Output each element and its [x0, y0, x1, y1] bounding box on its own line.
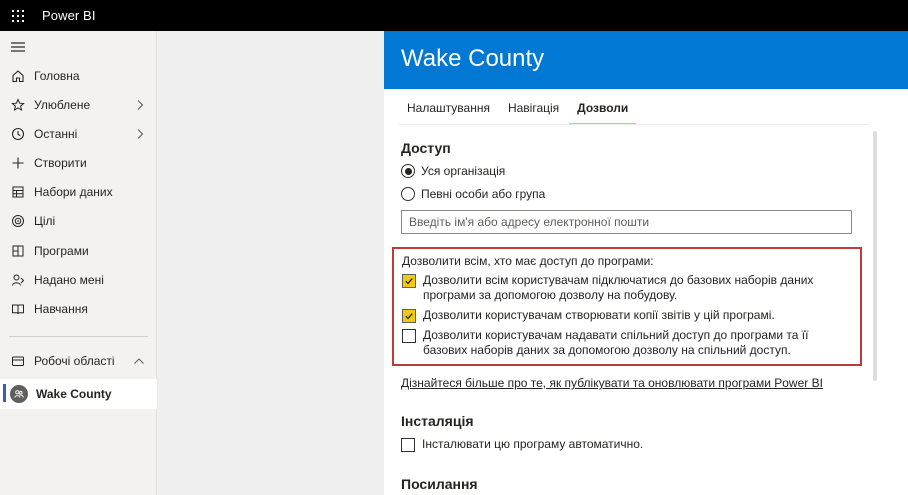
radio-entire-organization[interactable]: Уся організація — [401, 164, 505, 178]
star-icon — [10, 97, 26, 113]
permission-share-option[interactable]: Дозволити користувачам надавати спільний… — [402, 328, 854, 358]
goals-icon — [10, 213, 26, 229]
permission-copy-reports-option[interactable]: Дозволити користувачам створювати копії … — [402, 308, 854, 323]
radio-specific-people[interactable]: Певні особи або група — [401, 187, 545, 201]
people-search-input[interactable] — [401, 210, 852, 234]
radio-button[interactable] — [401, 187, 415, 201]
checkbox-unchecked[interactable] — [402, 329, 416, 343]
tab-permissions[interactable]: Дозволи — [569, 99, 637, 125]
selection-indicator — [3, 384, 6, 402]
scrollbar-thumb[interactable] — [873, 131, 877, 381]
nav-item-workspaces[interactable]: Робочі області — [0, 348, 157, 374]
app-launcher-icon[interactable] — [0, 0, 36, 31]
nav-item-label: Навчання — [34, 302, 88, 316]
home-icon — [10, 68, 26, 84]
nav-item-shared-with-me[interactable]: Надано мені — [0, 267, 157, 293]
workspace-avatar-icon — [10, 385, 28, 403]
checkbox-label: Дозволити користувачам створювати копії … — [423, 308, 775, 322]
left-navigation: Головна Улюблене Останні Створити Набори… — [0, 31, 157, 495]
checkbox-label: Інсталювати цю програму автоматично. — [422, 437, 644, 451]
app-title[interactable]: Power BI — [42, 8, 96, 23]
nav-item-label: Останні — [34, 127, 78, 141]
tabs-divider — [399, 124, 869, 125]
nav-item-label: Цілі — [34, 214, 56, 228]
shared-icon — [10, 272, 26, 288]
permission-build-option[interactable]: Дозволити всім користувачам підключатися… — [402, 273, 854, 303]
radio-selected-dot — [404, 167, 412, 175]
access-section-title: Доступ — [401, 140, 451, 156]
nav-item-label: Набори даних — [34, 185, 113, 199]
install-automatically-option[interactable]: Інсталювати цю програму автоматично. — [401, 437, 853, 452]
links-section-title: Посилання — [401, 476, 478, 492]
nav-item-current-workspace[interactable]: Wake County — [0, 379, 157, 409]
hamburger-menu-icon[interactable] — [11, 42, 25, 52]
tab-strip: Налаштування Навігація Дозволи — [399, 99, 638, 125]
install-section-title: Інсталяція — [401, 413, 474, 429]
plus-icon — [10, 155, 26, 171]
nav-item-label: Програми — [34, 244, 89, 258]
apps-icon — [10, 243, 26, 259]
nav-item-label: Робочі області — [34, 354, 115, 368]
dataset-icon — [10, 184, 26, 200]
radio-label: Певні особи або група — [421, 187, 546, 201]
permissions-heading: Дозволити всім, хто має доступ до програ… — [402, 254, 654, 268]
checkbox-unchecked[interactable] — [401, 438, 415, 452]
chevron-up-icon[interactable] — [133, 356, 145, 366]
panel-header: Wake County — [384, 31, 908, 89]
nav-item-label: Улюблене — [34, 98, 91, 112]
nav-item-label: Створити — [34, 156, 87, 170]
nav-divider — [9, 336, 148, 337]
radio-label: Уся організація — [421, 164, 506, 178]
nav-item-apps[interactable]: Програми — [0, 238, 157, 264]
nav-item-label: Wake County — [36, 387, 112, 401]
tab-setup[interactable]: Налаштування — [399, 99, 498, 125]
nav-item-label: Надано мені — [34, 273, 104, 287]
learn-icon — [10, 301, 26, 317]
radio-button[interactable] — [401, 164, 415, 178]
checkbox-label: Дозволити користувачам надавати спільний… — [423, 328, 809, 357]
workspaces-icon — [10, 353, 26, 369]
nav-item-datasets[interactable]: Набори даних — [0, 179, 157, 205]
checkmark-icon — [405, 278, 413, 285]
nav-item-favorites[interactable]: Улюблене — [0, 92, 157, 118]
panel-title: Wake County — [401, 45, 545, 72]
nav-item-learn[interactable]: Навчання — [0, 296, 157, 322]
checkbox-label: Дозволити всім користувачам підключатися… — [423, 273, 814, 302]
checkbox-checked[interactable] — [402, 309, 416, 323]
top-bar: Power BI — [0, 0, 908, 31]
app-settings-panel: Wake County Налаштування Навігація Дозво… — [384, 31, 908, 495]
nav-item-create[interactable]: Створити — [0, 150, 157, 176]
nav-item-recent[interactable]: Останні — [0, 121, 157, 147]
chevron-right-icon[interactable] — [135, 128, 145, 140]
nav-item-home[interactable]: Головна — [0, 63, 157, 89]
checkbox-checked[interactable] — [402, 274, 416, 288]
nav-item-goals[interactable]: Цілі — [0, 208, 157, 234]
chevron-right-icon[interactable] — [135, 99, 145, 111]
nav-item-label: Головна — [34, 69, 80, 83]
permissions-highlight-box: Дозволити всім, хто має доступ до програ… — [392, 247, 862, 366]
learn-more-link[interactable]: Дізнайтеся більше про те, як публікувати… — [401, 376, 823, 390]
clock-icon — [10, 126, 26, 142]
content-backdrop — [157, 31, 384, 495]
checkmark-icon — [405, 313, 413, 320]
tab-navigation[interactable]: Навігація — [500, 99, 567, 125]
